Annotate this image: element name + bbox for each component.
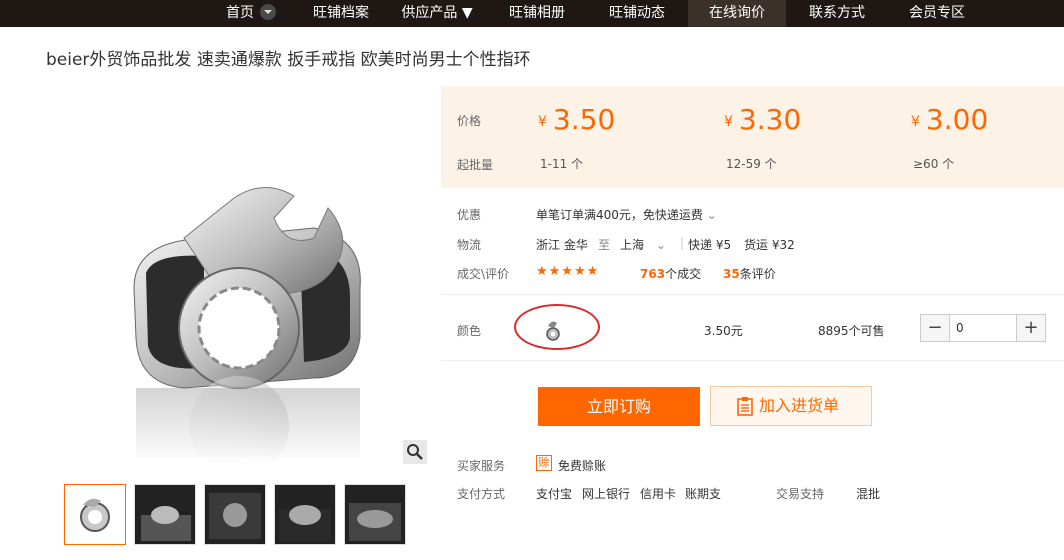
logistics-label: 物流 [457,238,482,252]
price-tier-1: ¥3.50 [538,103,615,136]
quantity-stepper: − 0 + [920,314,1046,342]
promo-label: 优惠 [457,208,482,222]
magnifier-icon [407,444,423,460]
nav-products[interactable]: 供应产品 ▼ [390,0,484,27]
nav-home-label: 首页 [226,5,254,21]
buyer-service-label: 买家服务 [457,459,506,473]
price-label: 价格 [457,114,482,128]
buyer-service-text[interactable]: 免费赊账 [558,457,606,474]
promo-text: 单笔订单满400元，免快递运费 [536,208,703,222]
chevron-down-icon: ⌄ [706,208,717,222]
currency-symbol: ¥ [911,114,920,130]
chevron-down-icon: ⌄ [655,238,666,252]
reviews-suffix: 条评价 [739,267,776,281]
main-product-image[interactable] [64,88,430,464]
color-price: 3.50元 [704,324,743,338]
buy-now-button[interactable]: 立即订购 [538,387,700,426]
ring-thumb-image [80,498,110,532]
tier-3-qty: ≥60 个 [913,157,955,171]
nav-member[interactable]: 会员专区 [894,0,980,27]
price-tier-2: ¥3.30 [724,103,801,136]
dropdown-circle-icon[interactable] [260,4,276,20]
currency-symbol: ¥ [724,114,733,130]
tier-2-qty: 12-59 个 [726,157,777,171]
add-to-cart-button[interactable]: 加入进货单 [710,386,872,426]
freight-fee: 货运 ¥32 [744,238,795,252]
logistics-from: 浙江 金华 [536,238,588,252]
moq-label: 起批量 [457,158,494,172]
separator [441,294,1064,295]
quantity-input[interactable]: 0 [949,315,1017,341]
rating-stars: ★★★★★ [536,264,600,279]
price-tier-3: ¥3.00 [911,103,988,136]
ring-box-thumb-image [279,505,331,541]
reviews-count: 35 [723,267,740,281]
color-label: 颜色 [457,324,482,338]
deals-suffix: 个成交 [665,267,702,281]
deals-link[interactable]: 763个成交 [640,265,701,282]
reviews-link[interactable]: 35条评价 [723,265,776,282]
increment-button[interactable]: + [1017,315,1045,341]
add-to-cart-label: 加入进货单 [759,396,840,415]
thumbnail-4[interactable] [274,484,336,545]
color-swatch[interactable] [542,316,564,344]
reviews-label: 成交\评价 [457,267,510,281]
payment-label: 支付方式 [457,487,506,501]
clipboard-icon [737,397,753,416]
nav-news[interactable]: 旺铺动态 [594,0,680,27]
logistics-to-word: 至 [598,238,611,252]
price-panel [441,86,1064,188]
thumbnail-5[interactable] [344,484,406,545]
ring-swatch-icon [546,321,560,341]
trade-support-value: 混批 [856,487,881,501]
credit-badge-icon: 赊 [536,455,552,471]
nav-album[interactable]: 旺铺相册 [494,0,580,27]
ring-box-thumb-image [209,493,261,539]
nav-contact[interactable]: 联系方式 [794,0,880,27]
nav-home[interactable]: 首页 [206,0,296,27]
ring-box-thumb-image [141,506,191,541]
nav-inquiry[interactable]: 在线询价 [688,0,786,27]
express-fee: 快递 ¥5 [688,238,732,252]
trade-support-label: 交易支持 [776,487,825,501]
ring-illustration [64,187,430,464]
price-value: 3.50 [552,103,616,136]
deals-count: 763 [640,267,666,281]
zoom-button[interactable] [403,440,427,464]
thumbnail-1[interactable] [64,484,126,545]
ring-box-thumb-image [349,503,401,541]
product-title: beier外贸饰品批发 速卖通爆款 扳手戒指 欧美时尚男士个性指环 [46,50,531,70]
pay-alipay: 支付宝 [536,487,573,501]
top-nav: 首页 旺铺档案 供应产品 ▼ 旺铺相册 旺铺动态 在线询价 联系方式 会员专区 [0,0,1064,27]
nav-profile[interactable]: 旺铺档案 [296,0,386,27]
divider: | [680,236,685,250]
thumbnail-2[interactable] [134,484,196,545]
color-stock: 8895个可售 [818,324,885,338]
pay-term: 账期支 [685,487,722,501]
thumbnail-3[interactable] [204,484,266,545]
pay-credit-card: 信用卡 [640,487,677,501]
currency-symbol: ¥ [538,114,547,130]
separator [441,360,1064,361]
destination-value: 上海 [620,238,645,252]
pay-online-bank: 网上银行 [582,487,631,501]
promo-dropdown[interactable]: 单笔订单满400元，免快递运费 ⌄ [536,206,717,223]
price-value: 3.30 [738,103,802,136]
decrement-button[interactable]: − [921,315,949,341]
tier-1-qty: 1-11 个 [540,157,584,171]
price-value: 3.00 [925,103,989,136]
logistics-destination-select[interactable]: 上海 ⌄ [620,236,666,253]
